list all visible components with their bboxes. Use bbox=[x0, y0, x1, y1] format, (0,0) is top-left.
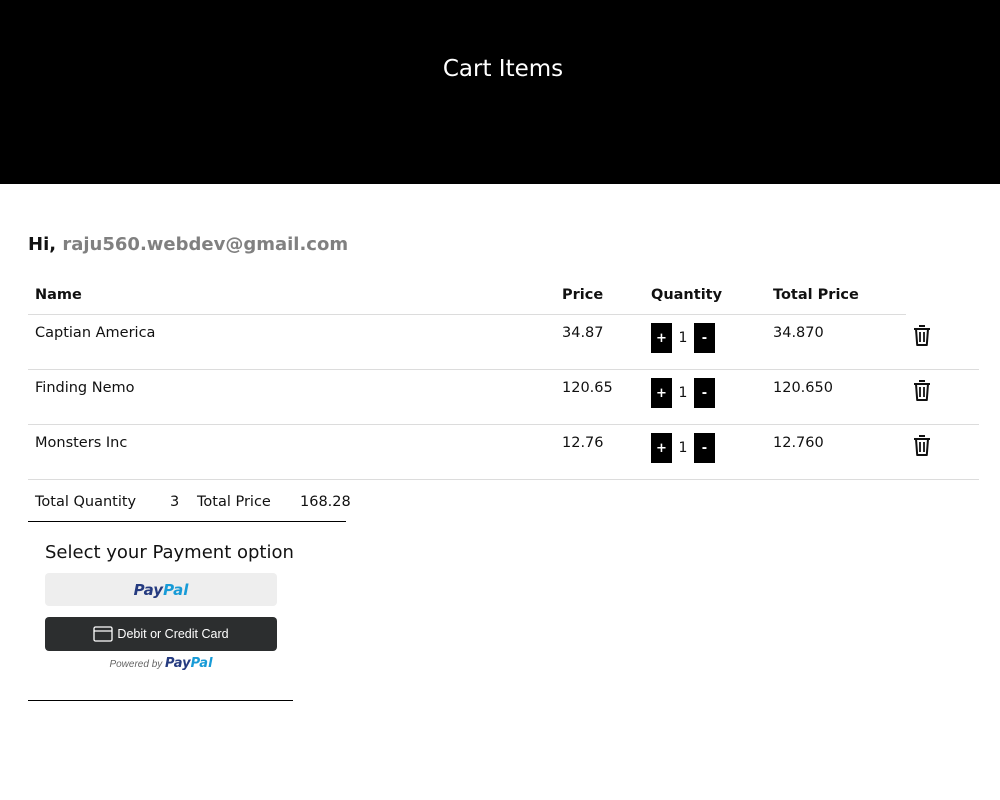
total-price-value: 168.28 bbox=[300, 494, 351, 510]
item-price: 34.87 bbox=[555, 314, 644, 370]
decrement-button[interactable]: - bbox=[694, 323, 715, 353]
quantity-stepper: + 1 - bbox=[651, 378, 766, 408]
powered-by-label: Powered by bbox=[109, 659, 163, 670]
column-header-total-price: Total Price bbox=[766, 276, 906, 315]
item-price: 120.65 bbox=[555, 369, 644, 425]
table-row: Monsters Inc 12.76 + 1 - 12.760 bbox=[28, 424, 979, 480]
payment-divider bbox=[28, 700, 293, 701]
item-price: 12.76 bbox=[555, 424, 644, 480]
cart-table: Name Price Quantity Total Price Captian … bbox=[28, 276, 979, 480]
item-quantity-cell: + 1 - bbox=[644, 314, 766, 370]
item-name: Monsters Inc bbox=[28, 424, 555, 480]
payment-title: Select your Payment option bbox=[45, 542, 294, 563]
paypal-logo: PayPal bbox=[133, 580, 189, 599]
total-quantity-label: Total Quantity bbox=[35, 494, 137, 510]
greeting-prefix: Hi, bbox=[28, 234, 57, 255]
cart-totals: Total Quantity 3 Total Price 168.28 bbox=[28, 483, 351, 522]
card-button-label: Debit or Credit Card bbox=[117, 627, 229, 641]
item-actions bbox=[906, 314, 979, 370]
item-quantity-cell: + 1 - bbox=[644, 369, 766, 425]
table-row: Finding Nemo 120.65 + 1 - 120.650 bbox=[28, 369, 979, 425]
quantity-value: 1 bbox=[678, 330, 688, 346]
paypal-logo-small: PayPal bbox=[165, 656, 213, 671]
decrement-button[interactable]: - bbox=[694, 378, 715, 408]
increment-button[interactable]: + bbox=[651, 378, 672, 408]
trash-icon[interactable] bbox=[913, 380, 931, 406]
table-row: Captian America 34.87 + 1 - 34.870 bbox=[28, 314, 979, 370]
column-header-actions bbox=[906, 276, 979, 315]
item-actions bbox=[906, 424, 979, 480]
column-header-quantity: Quantity bbox=[644, 276, 766, 315]
credit-card-icon bbox=[93, 626, 114, 642]
powered-by-paypal: Powered by PayPal bbox=[45, 656, 277, 671]
quantity-stepper: + 1 - bbox=[651, 323, 766, 353]
item-actions bbox=[906, 369, 979, 425]
item-total-price: 12.760 bbox=[766, 424, 906, 480]
trash-icon[interactable] bbox=[913, 324, 931, 351]
quantity-value: 1 bbox=[678, 385, 688, 401]
decrement-button[interactable]: - bbox=[694, 433, 715, 463]
increment-button[interactable]: + bbox=[651, 323, 672, 353]
page-title: Cart Items bbox=[442, 56, 564, 82]
total-price-label: Total Price bbox=[197, 494, 271, 510]
debit-credit-card-button[interactable]: Debit or Credit Card bbox=[45, 617, 277, 651]
column-header-price: Price bbox=[555, 276, 644, 315]
item-quantity-cell: + 1 - bbox=[644, 424, 766, 480]
quantity-value: 1 bbox=[678, 440, 688, 456]
total-quantity-value: 3 bbox=[170, 494, 180, 510]
quantity-stepper: + 1 - bbox=[651, 433, 766, 463]
column-header-name: Name bbox=[28, 276, 555, 315]
user-email: raju560.webdev@gmail.com bbox=[62, 234, 349, 255]
item-name: Finding Nemo bbox=[28, 369, 555, 425]
table-header-row: Name Price Quantity Total Price bbox=[28, 276, 979, 315]
item-name: Captian America bbox=[28, 314, 555, 370]
greeting: Hi, raju560.webdev@gmail.com bbox=[28, 234, 348, 255]
item-total-price: 120.650 bbox=[766, 369, 906, 425]
page-header: Cart Items bbox=[0, 0, 1000, 184]
increment-button[interactable]: + bbox=[651, 433, 672, 463]
trash-icon[interactable] bbox=[913, 435, 931, 461]
item-total-price: 34.870 bbox=[766, 314, 906, 370]
paypal-button[interactable]: PayPal bbox=[45, 573, 277, 606]
